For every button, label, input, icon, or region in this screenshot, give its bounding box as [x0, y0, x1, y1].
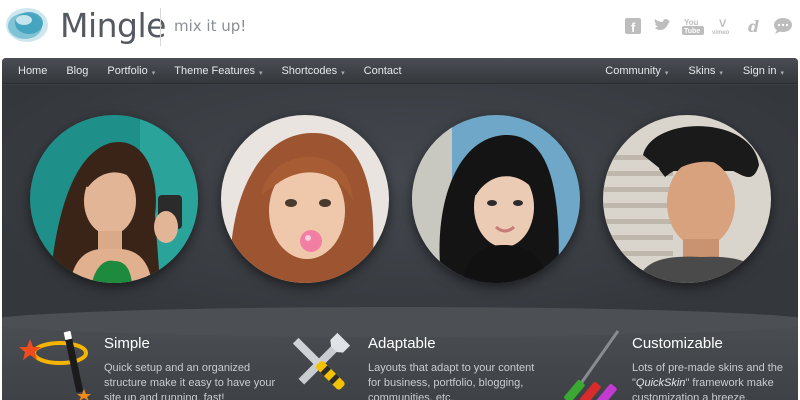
- portrait-image-4[interactable]: [603, 115, 771, 283]
- features-section: Simple Quick setup and an organized stru…: [2, 307, 798, 400]
- feature-simple: Simple Quick setup and an organized stru…: [14, 321, 275, 400]
- delicious-glyph: d: [748, 17, 759, 35]
- facebook-icon[interactable]: f: [622, 16, 644, 36]
- nav-item-label: Community: [605, 65, 661, 77]
- magic-wand-icon: [19, 331, 91, 400]
- vimeo-icon[interactable]: Vvimeo: [712, 16, 734, 36]
- portrait-image-2[interactable]: [221, 115, 389, 283]
- chat-icon[interactable]: [772, 16, 794, 36]
- chevron-down-icon: ▾: [341, 69, 345, 77]
- youtube-icon[interactable]: You Tube: [682, 16, 704, 36]
- site-header: Mingle mix it up! f You Tube Vvimeo d: [0, 0, 800, 58]
- vimeo-glyph-top: V: [719, 18, 727, 30]
- quickskin-emphasis: QuickSkin: [635, 377, 686, 389]
- portrait-image-1[interactable]: [30, 115, 198, 283]
- nav-item-blog[interactable]: Blog: [66, 65, 88, 77]
- nav-item-label: Sign in: [742, 65, 777, 77]
- nav-right: Community ▾ Skins ▾ Sign in ▾: [585, 58, 784, 84]
- nav-left: Home Blog Portfolio ▾ Theme Features ▾ Sho…: [18, 58, 421, 84]
- site-tagline: mix it up!: [174, 17, 247, 35]
- delicious-icon[interactable]: d: [742, 16, 764, 36]
- nav-item-theme-features[interactable]: Theme Features ▾: [174, 65, 262, 77]
- nav-item-label: Skins: [688, 65, 716, 77]
- feature-adaptable: Adaptable Layouts that adapt to your con…: [282, 321, 534, 400]
- nav-item-label: Shortcodes: [281, 65, 338, 77]
- chevron-down-icon: ▾: [780, 69, 784, 77]
- nav-item-portfolio[interactable]: Portfolio ▾: [107, 65, 155, 77]
- chevron-down-icon: ▾: [664, 69, 669, 77]
- main-stage: Home Blog Portfolio ▾ Theme Features ▾ Sho…: [2, 58, 798, 400]
- chevron-down-icon: ▾: [719, 69, 723, 77]
- nav-item-shortcodes[interactable]: Shortcodes ▾: [281, 65, 344, 77]
- chevron-down-icon: ▾: [258, 69, 263, 77]
- portrait-image-3[interactable]: [412, 115, 580, 283]
- paint-brushes-icon: [564, 330, 620, 400]
- nav-item-sign-in[interactable]: Sign in ▾: [743, 65, 784, 77]
- tools-icon: [292, 332, 351, 390]
- feature-description: Quick setup and an organized structure m…: [104, 362, 276, 400]
- youtube-glyph-bottom: Tube: [684, 28, 700, 35]
- nav-item-label: Theme Features: [174, 65, 255, 77]
- feature-title: Simple: [104, 335, 150, 352]
- nav-item-label: Portfolio: [107, 65, 148, 77]
- main-navigation: Home Blog Portfolio ▾ Theme Features ▾ Sho…: [2, 58, 798, 84]
- hero-slideshow: [2, 85, 798, 321]
- site-logo-text[interactable]: Mingle: [60, 6, 166, 45]
- nav-item-contact[interactable]: Contact: [364, 65, 402, 77]
- feature-title: Adaptable: [368, 335, 436, 352]
- social-links: f You Tube Vvimeo d: [622, 16, 794, 36]
- facebook-glyph: f: [631, 20, 636, 34]
- nav-item-home[interactable]: Home: [18, 65, 47, 77]
- vimeo-glyph-bottom: vimeo: [712, 30, 730, 35]
- nav-item-label: Blog: [66, 65, 89, 77]
- feature-description: Layouts that adapt to your content for b…: [368, 362, 535, 400]
- chevron-down-icon: ▾: [151, 69, 156, 77]
- nav-item-label: Contact: [363, 65, 402, 77]
- twitter-icon[interactable]: [652, 16, 674, 36]
- nav-item-skins[interactable]: Skins ▾: [688, 65, 722, 77]
- nav-item-label: Home: [18, 65, 48, 77]
- feature-description: Lots of pre-made skins and the "QuickSki…: [632, 361, 798, 400]
- logo-divider: [160, 8, 161, 46]
- youtube-glyph-top: You: [684, 18, 699, 27]
- feature-title: Customizable: [632, 335, 723, 352]
- mingle-logo-icon[interactable]: [4, 5, 50, 45]
- nav-item-community[interactable]: Community ▾: [605, 65, 668, 77]
- feature-customizable: Customizable Lots of pre-made skins and …: [550, 321, 798, 400]
